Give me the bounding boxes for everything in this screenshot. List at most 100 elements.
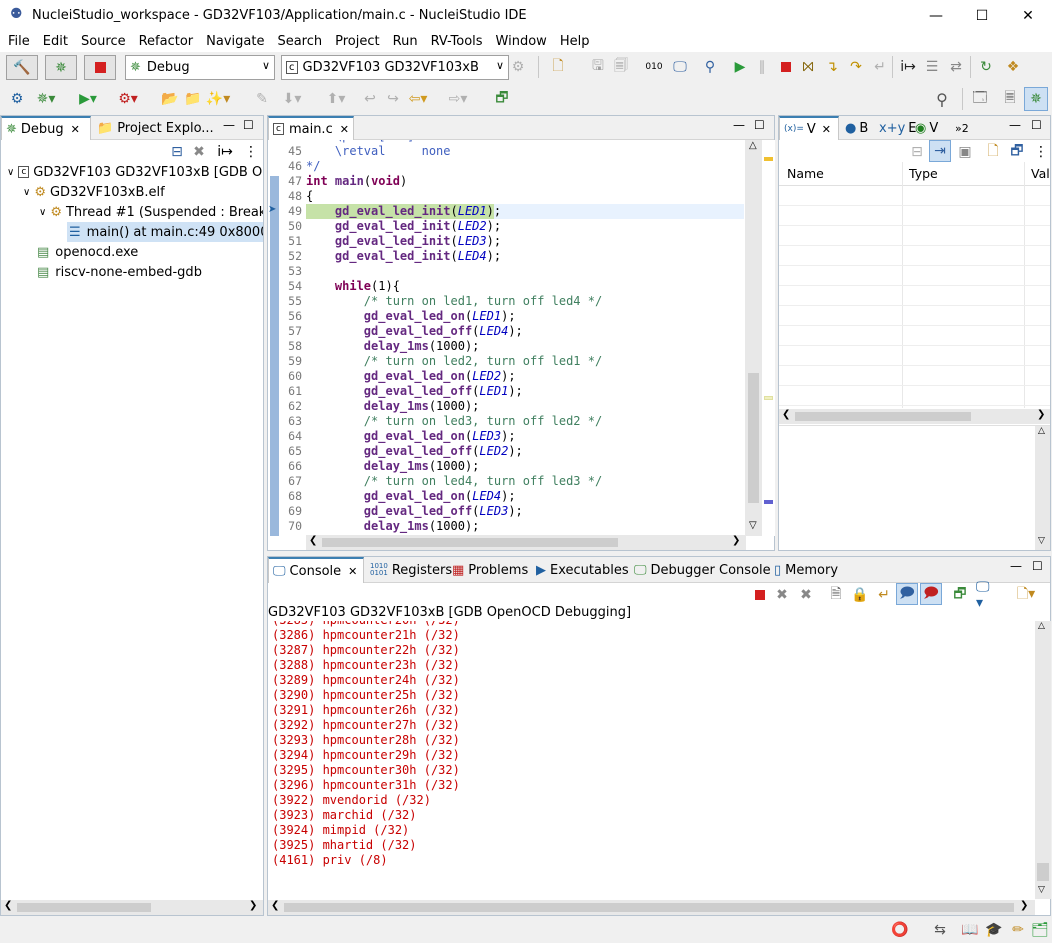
remove-launches-icon[interactable]: ✖ — [189, 142, 209, 162]
table-row[interactable] — [779, 306, 1050, 326]
tab-peripherals[interactable]: ◉ V — [911, 116, 942, 140]
pencil-icon[interactable]: ✏ — [1008, 920, 1028, 940]
remove-launch-icon[interactable]: ✖ — [772, 585, 792, 605]
tab-executables[interactable]: ▶ Executables — [532, 557, 633, 583]
step-mode-icon[interactable]: i↦ — [215, 142, 235, 162]
forward-edit-icon[interactable]: ↪ — [383, 89, 403, 109]
sync-icon[interactable]: ⇆ — [930, 920, 950, 940]
table-row[interactable] — [779, 286, 1050, 306]
collapse-all-icon[interactable]: ⊟ — [167, 142, 187, 162]
tab-console[interactable]: 🖵 Console ✕ — [268, 557, 364, 583]
debug-view-icon[interactable]: ⚲ — [700, 57, 720, 77]
table-row[interactable] — [779, 246, 1050, 266]
show-on-output-icon[interactable]: 🗩 — [896, 583, 918, 605]
tree-item-thread[interactable]: ∨ ⚙ Thread #1 (Suspended : Breakpoint) — [39, 202, 263, 222]
view-menu-icon[interactable]: ⋮ — [1031, 142, 1051, 162]
code-line[interactable]: gd_eval_led_off(LED2); — [306, 444, 523, 458]
folder-icon[interactable]: 📁 — [183, 89, 203, 109]
code-line[interactable]: \param[out] none — [306, 140, 451, 143]
tree-item-openocd[interactable]: ▤ openocd.exe — [37, 242, 138, 262]
maximize-button[interactable]: ☐ — [959, 0, 1005, 31]
tab-project-explorer[interactable]: 📁 Project Explo... — [93, 116, 218, 140]
last-edit-icon[interactable]: ↩ — [360, 89, 380, 109]
instruction-step-icon[interactable]: i↦ — [898, 57, 918, 77]
code-line[interactable]: gd_eval_led_off(LED3); — [306, 504, 523, 518]
maximize-icon[interactable]: ☐ — [243, 118, 254, 132]
code-line[interactable]: gd_eval_led_init(LED3); — [306, 234, 501, 248]
table-row[interactable] — [779, 386, 1050, 406]
cube-icon[interactable]: ❖ — [1003, 57, 1023, 77]
minimize-icon[interactable]: — — [1009, 118, 1021, 132]
clear-console-icon[interactable]: 🗎 — [826, 585, 846, 605]
launch-mode-select[interactable]: ✵ Debug ∨ — [125, 55, 275, 80]
menu-refactor[interactable]: Refactor — [131, 34, 199, 49]
remove-all-icon[interactable]: ✖ — [796, 585, 816, 605]
save-all-icon[interactable]: 🗐 — [611, 57, 631, 77]
annotation-icon[interactable]: ⬇▾ — [282, 89, 302, 109]
code-line[interactable]: */ — [306, 159, 320, 173]
column-name[interactable]: Name — [787, 166, 824, 181]
tab-problems[interactable]: ▦ Problems — [448, 557, 532, 583]
more-tabs-icon[interactable]: »2 — [951, 116, 973, 140]
close-icon[interactable]: ✕ — [71, 123, 80, 136]
table-row[interactable] — [779, 266, 1050, 286]
tree-item-stack-frame[interactable]: ☰ main() at main.c:49 0x80002a44 — [67, 222, 263, 242]
code-line[interactable]: /* turn on led1, turn off led4 */ — [306, 294, 602, 308]
menu-search[interactable]: Search — [269, 34, 327, 49]
c-perspective-icon[interactable]: 🗏 — [1000, 89, 1020, 109]
debug-dropdown-icon[interactable]: ✵▾ — [36, 89, 56, 109]
debug-perspective-icon[interactable]: ✵ — [1024, 87, 1048, 111]
menu-edit[interactable]: Edit — [35, 34, 73, 49]
prev-annotation-icon[interactable]: ⬆▾ — [326, 89, 346, 109]
search-icon[interactable]: ⚲ — [932, 89, 952, 109]
debug-bug-button[interactable]: ✵ — [45, 55, 77, 80]
forward-arrow-icon[interactable]: ⇨▾ — [448, 89, 468, 109]
suspend-icon[interactable]: ∥ — [752, 57, 772, 77]
table-row[interactable] — [779, 186, 1050, 206]
code-line[interactable]: delay_1ms(1000); — [306, 339, 480, 353]
tab-main-c[interactable]: c main.c ✕ — [268, 116, 354, 140]
show-type-names-icon[interactable]: ⇥ — [929, 140, 951, 162]
view-menu-icon[interactable]: ⋮ — [241, 142, 261, 162]
code-line[interactable]: gd_eval_led_init(LED1); — [306, 204, 501, 218]
table-row[interactable] — [779, 326, 1050, 346]
step-over-icon[interactable]: ↷ — [846, 57, 866, 77]
tab-debugger-console[interactable]: 🖵 Debugger Console — [630, 557, 775, 583]
minimize-button[interactable]: — — [913, 0, 959, 31]
menu-help[interactable]: Help — [552, 34, 595, 49]
code-line[interactable]: delay_1ms(1000); — [306, 519, 480, 533]
minimize-icon[interactable]: — — [1010, 559, 1022, 573]
column-value[interactable]: Val — [1031, 166, 1050, 181]
open-perspective-icon[interactable]: 🗔 — [970, 89, 990, 109]
code-line[interactable]: /* turn on led4, turn off led3 */ — [306, 474, 602, 488]
maximize-icon[interactable]: ☐ — [1031, 118, 1042, 132]
menu-source[interactable]: Source — [73, 34, 131, 49]
horizontal-scrollbar[interactable]: ❮ ❯ — [779, 409, 1050, 424]
tab-breakpoints[interactable]: ● B — [841, 116, 872, 140]
vertical-scrollbar[interactable]: △ ▽ — [1035, 426, 1050, 550]
code-line[interactable]: gd_eval_led_on(LED1); — [306, 309, 516, 323]
code-line[interactable]: { — [306, 189, 313, 203]
back-arrow-icon[interactable]: ⇦▾ — [408, 89, 428, 109]
table-row[interactable] — [779, 366, 1050, 386]
code-line[interactable]: gd_eval_led_init(LED2); — [306, 219, 501, 233]
menu-project[interactable]: Project — [327, 34, 384, 49]
menu-rv-tools[interactable]: RV-Tools — [423, 34, 488, 49]
error-log-icon[interactable]: ⭕ — [890, 920, 910, 940]
table-row[interactable] — [779, 206, 1050, 226]
code-line[interactable]: /* turn on led3, turn off led2 */ — [306, 414, 602, 428]
tree-item-launch[interactable]: ∨ c GD32VF103 GD32VF103xB [GDB OpenOCD D… — [7, 162, 263, 182]
minimize-icon[interactable]: — — [733, 118, 745, 132]
collapse-icon[interactable]: ⊟ — [907, 142, 927, 162]
minimize-icon[interactable]: — — [223, 118, 235, 132]
scroll-lock-icon[interactable]: 🔒 — [850, 585, 870, 605]
code-line[interactable]: delay_1ms(1000); — [306, 399, 480, 413]
console-output[interactable]: (3285) hpmcounter20h (/32) (3286) hpmcou… — [268, 621, 1034, 899]
code-line[interactable]: gd_eval_led_on(LED3); — [306, 429, 516, 443]
horizontal-scrollbar[interactable]: ❮ ❯ — [1, 900, 263, 915]
build-hammer-button[interactable]: 🔨 — [6, 55, 38, 80]
menu-run[interactable]: Run — [385, 34, 423, 49]
disconnect-icon[interactable]: ⨝ — [798, 57, 818, 77]
list-icon[interactable]: ☰ — [922, 57, 942, 77]
open-console-icon[interactable]: 🗋▾ — [1016, 585, 1036, 605]
